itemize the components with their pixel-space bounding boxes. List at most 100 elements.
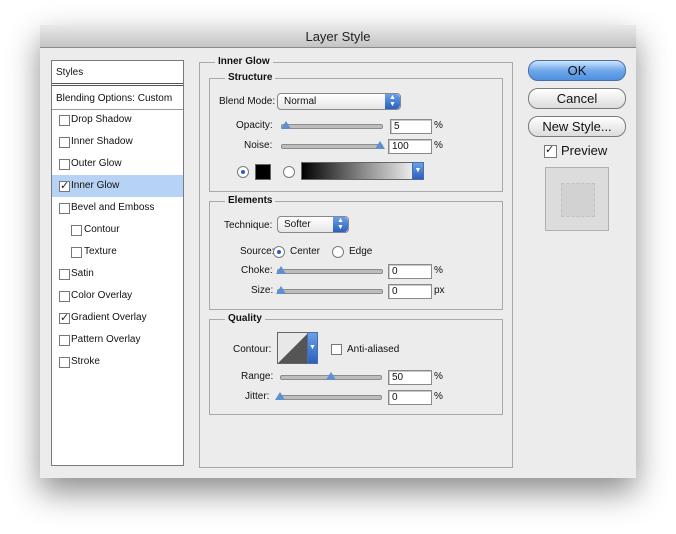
inner-glow-checkbox[interactable] [59,179,70,192]
jitter-unit: % [434,391,443,402]
sidebar-item-label: Bevel and Emboss [71,202,155,213]
choke-input[interactable]: 0 [388,264,432,279]
jitter-input[interactable]: 0 [388,390,432,405]
noise-value: 100 [392,141,409,152]
preview-label: Preview [561,143,608,158]
noise-slider[interactable] [281,144,383,149]
gradient-picker[interactable] [301,162,423,180]
color-overlay-checkbox[interactable] [59,291,70,302]
cancel-button[interactable]: Cancel [528,88,626,109]
sidebar-item-gradient-overlay[interactable]: Gradient Overlay [52,307,183,329]
size-input[interactable]: 0 [388,284,432,299]
noise-slider-handle[interactable] [375,141,385,149]
chevron-updown-icon: ▲ ▼ [385,94,400,109]
range-slider-handle[interactable] [326,372,336,380]
texture-checkbox[interactable] [71,247,82,258]
size-unit: px [434,285,445,296]
solid-color-radio[interactable] [237,166,249,178]
styles-sidebar: Styles Blending Options: Custom Drop Sha… [51,60,184,466]
blend-mode-value: Normal [284,96,317,107]
gradient-overlay-checkbox[interactable] [59,311,70,324]
jitter-label: Jitter: [245,391,270,402]
preview-swatch [561,183,595,217]
source-edge-label: Edge [349,246,373,257]
sidebar-item-texture[interactable]: Texture [52,241,183,263]
jitter-slider[interactable] [280,395,382,400]
preview-checkbox[interactable] [544,143,557,158]
range-unit: % [434,371,443,382]
color-swatch[interactable] [255,164,271,180]
satin-checkbox[interactable] [59,269,70,280]
sidebar-item-label: Inner Glow [71,180,120,191]
jitter-slider-handle[interactable] [275,392,285,400]
sidebar-item-label: Pattern Overlay [71,334,141,345]
choke-slider-handle[interactable] [276,266,286,274]
pattern-overlay-checkbox[interactable] [59,335,70,346]
sidebar-item-stroke[interactable]: Stroke [52,351,183,373]
chevron-updown-icon: ▲ ▼ [333,217,348,232]
style-preview-thumbnail [545,167,609,231]
sidebar-item-drop-shadow[interactable]: Drop Shadow [52,109,183,131]
size-label: Size: [251,285,274,296]
gradient-radio[interactable] [283,166,295,178]
sidebar-item-inner-shadow[interactable]: Inner Shadow [52,131,183,153]
new-style-button[interactable]: New Style... [528,116,626,137]
ok-button[interactable]: OK [528,60,626,81]
range-input[interactable]: 50 [388,370,432,385]
sidebar-item-contour[interactable]: Contour [52,219,183,241]
opacity-input[interactable]: 5 [390,119,432,134]
technique-select[interactable]: Softer ▲ ▼ [277,216,349,233]
anti-aliased-checkbox[interactable] [331,344,342,355]
gradient-dropdown-arrow-icon[interactable]: ▼ [412,162,424,180]
sidebar-item-color-overlay[interactable]: Color Overlay [52,285,183,307]
opacity-unit: % [434,120,443,131]
contour-dropdown-arrow-icon[interactable]: ▼ [307,332,318,364]
choke-unit: % [434,265,443,276]
noise-input[interactable]: 100 [388,139,432,154]
sidebar-item-inner-glow[interactable]: Inner Glow [52,175,183,197]
sidebar-item-label: Drop Shadow [71,114,132,125]
inner-shadow-checkbox[interactable] [59,137,70,148]
blending-options-label: Blending Options: Custom [56,93,173,104]
linear-contour-icon [278,333,308,363]
sidebar-item-outer-glow[interactable]: Outer Glow [52,153,183,175]
range-label: Range: [241,371,274,382]
size-value: 0 [392,286,398,297]
sidebar-blending-options[interactable]: Blending Options: Custom [52,87,183,110]
elements-title: Elements [225,195,276,206]
blend-mode-select[interactable]: Normal ▲ ▼ [277,93,401,110]
outer-glow-checkbox[interactable] [59,159,70,170]
choke-label: Choke: [241,265,273,276]
source-center-label: Center [290,246,321,257]
sidebar-item-label: Inner Shadow [71,136,133,147]
sidebar-item-satin[interactable]: Satin [52,263,183,285]
choke-slider[interactable] [277,269,383,274]
size-slider-handle[interactable] [276,286,286,294]
quality-title: Quality [225,313,265,324]
stroke-checkbox[interactable] [59,357,70,368]
structure-title: Structure [225,72,276,83]
technique-label: Technique: [224,220,273,231]
inner-glow-title: Inner Glow [215,56,273,67]
sidebar-header-styles[interactable]: Styles [52,61,183,86]
sidebar-item-label: Stroke [71,356,100,367]
range-value: 50 [392,372,404,383]
source-edge-radio[interactable] [332,246,344,258]
opacity-slider[interactable] [281,124,383,129]
anti-aliased-label: Anti-aliased [347,344,400,355]
contour-picker[interactable] [277,332,309,364]
size-slider[interactable] [277,289,383,294]
sidebar-item-pattern-overlay[interactable]: Pattern Overlay [52,329,183,351]
title-bar[interactable]: Layer Style [40,25,636,48]
contour-checkbox[interactable] [71,225,82,236]
noise-unit: % [434,140,443,151]
sidebar-item-label: Texture [84,246,117,257]
bevel-and-emboss-checkbox[interactable] [59,203,70,214]
sidebar-item-label: Outer Glow [71,158,122,169]
drop-shadow-checkbox[interactable] [59,115,70,126]
sidebar-item-bevel-and-emboss[interactable]: Bevel and Emboss [52,197,183,219]
source-center-radio[interactable] [273,246,285,258]
choke-value: 0 [392,266,398,277]
opacity-slider-handle[interactable] [281,121,291,129]
layer-style-dialog: Layer Style Styles Blending Options: Cus… [40,25,636,478]
